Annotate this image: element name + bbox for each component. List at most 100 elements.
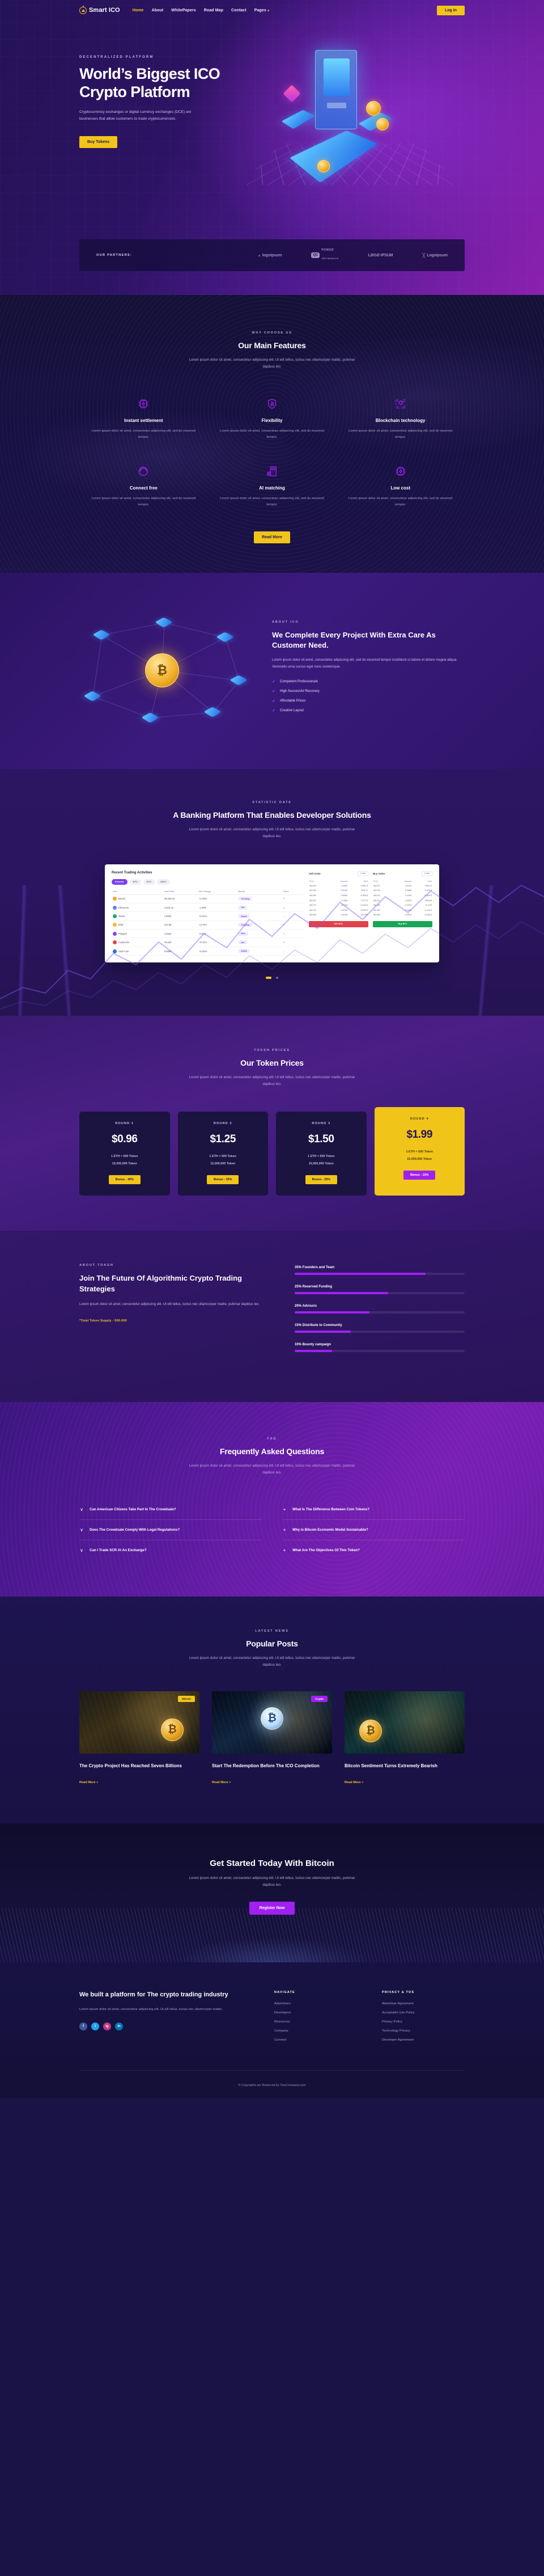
partner-logo-powerxr2[interactable]: QC POWER XR2 MODULE <box>311 248 338 262</box>
facebook-icon[interactable]: f <box>79 2022 87 2030</box>
price-card-round-1[interactable]: ROUND 1 $0.96 1 ETH = 500 Token 15,000,0… <box>79 1112 170 1196</box>
faq-item-4[interactable]: + Why Is Bitcoin Economic Model Sustaina… <box>282 1520 465 1540</box>
buy-tokens-button[interactable]: Buy Tokens <box>79 136 118 148</box>
twitter-icon[interactable]: t <box>91 2022 99 2030</box>
partner-name: LØGØ IPSUM <box>368 253 393 257</box>
faq-item-1[interactable]: ∨ Can American Citizens Take Part In The… <box>79 1500 262 1520</box>
footer-column-heading: PRIVACY & TOS <box>382 1990 415 1994</box>
instagram-icon[interactable]: ig <box>103 2022 111 2030</box>
faq-title: Frequently Asked Questions <box>219 1447 325 1456</box>
features-read-more-button[interactable]: Read More <box>254 531 290 544</box>
faq-item-2[interactable]: + What Is The Difference Between Coin To… <box>282 1500 465 1520</box>
carousel-dot-1[interactable] <box>265 977 271 979</box>
news-card-3[interactable]: ₿ Bitcoin Sentiment Turns Extremely Bear… <box>345 1691 465 1787</box>
partner-logo-logoipsum[interactable]: ◖ logoipsum <box>258 253 282 258</box>
partner-logo-logoipsum-3[interactable]: ╳ Logoipsum <box>422 253 448 258</box>
features-header: WHY CHOOSE US Our Main Features Lorem ip… <box>79 331 465 370</box>
faq-header: FAQ Frequently Asked Questions Lorem ips… <box>79 1437 465 1476</box>
nav-item-home[interactable]: Home <box>133 9 144 12</box>
footer-link-privacy-policy[interactable]: Privacy Policy <box>382 2020 465 2024</box>
bitcoin-coin-icon: ₿ <box>359 1719 382 1742</box>
news-card-2[interactable]: Crypto ₿ Start The Redemption Before The… <box>212 1691 332 1787</box>
about-bullet-list: ✓ Competent Professionals ✓ High Successfu… <box>272 679 465 713</box>
buy-order-type-select[interactable]: Limit <box>422 871 433 876</box>
nav-item-roadmap[interactable]: Road Map <box>204 9 223 12</box>
prices-subtitle: Lorem ipsum dolor sit amet, consectetur … <box>189 1075 355 1087</box>
logo-mark-icon <box>79 6 87 14</box>
price-card-round-2[interactable]: ROUND 2 $1.25 1 ETH = 500 Token 15,000,0… <box>177 1112 268 1196</box>
feature-card[interactable]: AI matching Lorem ipsum dolor sit amet, … <box>208 464 337 509</box>
carousel-dots[interactable] <box>0 972 544 982</box>
hero-illustration <box>241 37 465 225</box>
footer-link-acceptable-use-policy[interactable]: Acceptable Use Policy <box>382 2011 465 2015</box>
feature-desc: Lorem ipsum dolor sit amet, consectetur … <box>91 496 196 507</box>
feature-card[interactable]: Blockchain technology Lorem ipsum dolor … <box>336 396 465 441</box>
main-navbar: Smart ICO Home About WhitePapers Road Ma… <box>79 0 465 20</box>
news-read-more-link[interactable]: Read More » <box>79 1781 98 1784</box>
feature-card[interactable]: Connect free Lorem ipsum dolor sit amet,… <box>79 464 208 509</box>
statistic-eyebrow: STATISTIC DATA <box>252 801 292 805</box>
bullet-label: High Successful Recovery <box>279 690 320 694</box>
footer-link-advertiser-agreement[interactable]: Advertiser Agreement <box>382 2002 465 2005</box>
nav-item-pages-label: Pages <box>254 8 266 12</box>
news-grid: Bitcoin ₿ The Crypto Project Has Reached… <box>79 1691 465 1787</box>
round-rate: 1 ETH = 500 Token <box>111 1155 138 1159</box>
price-card-round-4[interactable]: ROUND 4 $1.99 1 ETH = 500 Token 15,000,0… <box>374 1107 465 1196</box>
footer-link-resources[interactable]: Resources <box>274 2020 357 2024</box>
nav-item-about[interactable]: About <box>152 9 164 12</box>
register-now-button[interactable]: Register Now <box>249 1901 295 1915</box>
buy-order-title: Buy Order <box>372 872 385 875</box>
bitcoin-glow-icon: ₿ <box>261 1707 283 1730</box>
prices-header: TOKEN PRICES Our Token Prices Lorem ipsu… <box>79 1049 465 1088</box>
faq-item-5[interactable]: ∨ Can I Trade SCR At An Exchange? <box>79 1540 262 1560</box>
footer-column-navigate: NAVIGATE Advertisers Developers Resource… <box>274 1991 357 2047</box>
statistic-subtitle: Lorem ipsum dolor sit amet, consectetur … <box>189 827 355 839</box>
feature-card[interactable]: Flexibility Lorem ipsum dolor sit amet, … <box>208 396 337 441</box>
copyright-text: © Copyrights are Reserved by YourCompany… <box>238 2083 306 2087</box>
round-bonus-badge: Bonus - 40% <box>108 1175 141 1185</box>
sell-order-type-select[interactable]: Limit <box>358 871 368 876</box>
feature-title: AI matching <box>259 485 285 491</box>
footer-link-advertisers[interactable]: Advertisers <box>274 2002 357 2005</box>
chevron-down-icon: ∨ <box>80 1547 83 1553</box>
nav-item-contact[interactable]: Contact <box>231 9 246 12</box>
list-item: ✓ Competent Professionals <box>272 679 465 684</box>
price-card-round-3[interactable]: ROUND 3 $1.50 1 ETH = 500 Token 15,000,0… <box>276 1112 367 1196</box>
news-title: Popular Posts <box>246 1638 298 1648</box>
footer-link-developer-agreement[interactable]: Developer Agreement <box>382 2038 465 2042</box>
list-item: ✓ High Successful Recovery <box>272 689 465 694</box>
linkedin-icon[interactable]: in <box>115 2022 123 2030</box>
nav-item-whitepapers[interactable]: WhitePapers <box>171 9 196 12</box>
feature-title: Instant settlement <box>124 418 163 424</box>
nav-item-pages[interactable]: Pages ∨ <box>254 9 270 12</box>
footer-link-connect[interactable]: Connect <box>274 2038 357 2042</box>
brand-logo[interactable]: Smart ICO <box>79 6 120 14</box>
faq-item-6[interactable]: + What Are The Objectives Of This Token? <box>282 1540 465 1560</box>
news-badge: Crypto <box>311 1695 328 1702</box>
round-bonus-badge: Bonus - 35% <box>207 1175 239 1185</box>
circle-connect-icon <box>90 464 198 479</box>
sell-order-title: Sell Order <box>308 872 321 875</box>
distribution-track <box>295 1350 465 1353</box>
faq-item-3[interactable]: ∨ Does The Crowdsale Comply With Legal R… <box>79 1520 262 1540</box>
feature-title: Low cost <box>390 485 410 491</box>
feature-card[interactable]: Low cost Lorem ipsum dolor sit amet, con… <box>336 464 465 509</box>
partner-badge-icon: QC <box>311 252 320 258</box>
partner-name: logoipsum <box>262 253 282 257</box>
round-supply: 15,000,000 Token <box>112 1162 137 1166</box>
news-read-more-link[interactable]: Read More » <box>345 1781 363 1784</box>
bullet-label: Affordable Prices <box>279 699 306 703</box>
round-label: ROUND 1 <box>115 1122 134 1126</box>
feature-card[interactable]: Instant settlement Lorem ipsum dolor sit… <box>79 396 208 441</box>
news-card-1[interactable]: Bitcoin ₿ The Crypto Project Has Reached… <box>79 1691 199 1787</box>
news-read-more-link[interactable]: Read More » <box>212 1781 231 1784</box>
login-button[interactable]: Log In <box>437 5 465 15</box>
footer-link-technology-privacy[interactable]: Technology Privacy <box>382 2029 465 2033</box>
carousel-dot-2[interactable] <box>276 977 279 979</box>
footer-link-company[interactable]: Company <box>274 2029 357 2033</box>
footer-link-developers[interactable]: Developers <box>274 2011 357 2015</box>
shield-bitcoin-icon <box>218 396 326 411</box>
partner-logo-logoipsum-2[interactable]: LØGØ IPSUM <box>368 254 393 257</box>
distribution-label: 10% Bounty campaign <box>295 1343 332 1347</box>
site-footer: We built a platform for The crypto tradi… <box>0 1962 544 2098</box>
